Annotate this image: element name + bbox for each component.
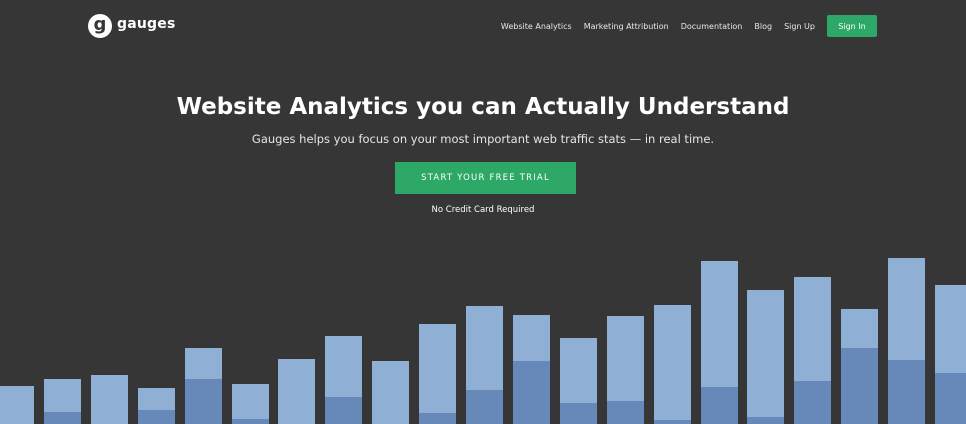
logo-glyph: g: [93, 14, 107, 35]
bar-segment-total: [747, 290, 785, 424]
start-free-trial-button[interactable]: START YOUR FREE TRIAL: [395, 162, 576, 194]
bar-segment-part: [184, 379, 222, 424]
sign-in-button[interactable]: Sign In: [827, 15, 877, 37]
bar-segment-part: [559, 403, 597, 424]
decorative-bar: [700, 261, 738, 424]
page: g gauges Website Analytics Marketing Att…: [0, 0, 966, 424]
bar-segment-total: [466, 306, 503, 424]
bar-segment-total: [278, 359, 316, 424]
bar-segment-total: [90, 375, 128, 424]
no-credit-card-note: No Credit Card Required: [431, 205, 535, 215]
bar-segment-total: [653, 305, 691, 424]
logo[interactable]: g gauges: [88, 14, 176, 38]
bar-segment-part: [466, 390, 503, 424]
bar-segment-total: [325, 336, 363, 424]
bar-segment-part: [700, 387, 738, 424]
decorative-bar: [419, 324, 457, 424]
bar-segment-part: [419, 413, 457, 424]
bar-segment-part: [653, 420, 691, 424]
decorative-bar: [606, 316, 644, 424]
decorative-bar: [747, 290, 785, 424]
bar-segment-total: [419, 324, 457, 424]
decorative-bar: [841, 309, 879, 424]
bar-segment-part: [43, 412, 81, 424]
decorative-bar: [184, 348, 222, 424]
gauges-logo-icon: g: [88, 14, 112, 38]
decorative-bar: [653, 305, 691, 424]
bar-segment-total: [794, 277, 832, 424]
nav-marketing-attribution[interactable]: Marketing Attribution: [584, 22, 669, 31]
bar-segment-total: [512, 315, 550, 424]
bar-segment-part: [231, 419, 269, 424]
decorative-bar: [231, 384, 269, 424]
nav-blog[interactable]: Blog: [754, 22, 772, 31]
bar-segment-part: [935, 373, 966, 424]
bar-segment-total: [184, 348, 222, 424]
logo-text: gauges: [117, 15, 176, 32]
bar-segment-total: [137, 388, 175, 424]
bar-segment-total: [935, 285, 966, 424]
decorative-bar: [466, 306, 503, 424]
bar-segment-total: [231, 384, 269, 424]
hero-title: Website Analytics you can Actually Under…: [176, 94, 790, 120]
bar-segment-part: [137, 410, 175, 424]
decorative-bar: [372, 361, 410, 424]
decorative-bar: [512, 315, 550, 424]
bar-segment-total: [841, 309, 879, 424]
nav-sign-up[interactable]: Sign Up: [784, 22, 815, 31]
nav-documentation[interactable]: Documentation: [681, 22, 743, 31]
decorative-bar: [0, 386, 34, 424]
bar-segment-total: [888, 258, 926, 424]
bar-segment-part: [606, 401, 644, 424]
decorative-bar: [559, 338, 597, 424]
decorative-bar: [137, 388, 175, 424]
bar-segment-total: [43, 379, 81, 424]
bar-segment-part: [747, 417, 785, 424]
bar-segment-part: [325, 397, 363, 424]
bar-segment-total: [0, 386, 34, 424]
top-nav: Website Analytics Marketing Attribution …: [501, 15, 877, 37]
bar-segment-part: [794, 381, 832, 424]
decorative-bar: [935, 285, 966, 424]
decorative-bar: [794, 277, 832, 424]
decorative-bar: [888, 258, 926, 424]
decorative-bar: [325, 336, 363, 424]
bar-segment-total: [372, 361, 410, 424]
bar-segment-part: [841, 348, 879, 424]
decorative-bar: [90, 375, 128, 424]
hero-subtitle: Gauges helps you focus on your most impo…: [251, 132, 715, 146]
decorative-bar: [43, 379, 81, 424]
bar-segment-part: [512, 361, 550, 424]
decorative-bar: [278, 359, 316, 424]
bar-segment-total: [606, 316, 644, 424]
bar-segment-total: [559, 338, 597, 424]
nav-website-analytics[interactable]: Website Analytics: [501, 22, 572, 31]
bar-segment-total: [700, 261, 738, 424]
bar-segment-part: [888, 360, 926, 424]
